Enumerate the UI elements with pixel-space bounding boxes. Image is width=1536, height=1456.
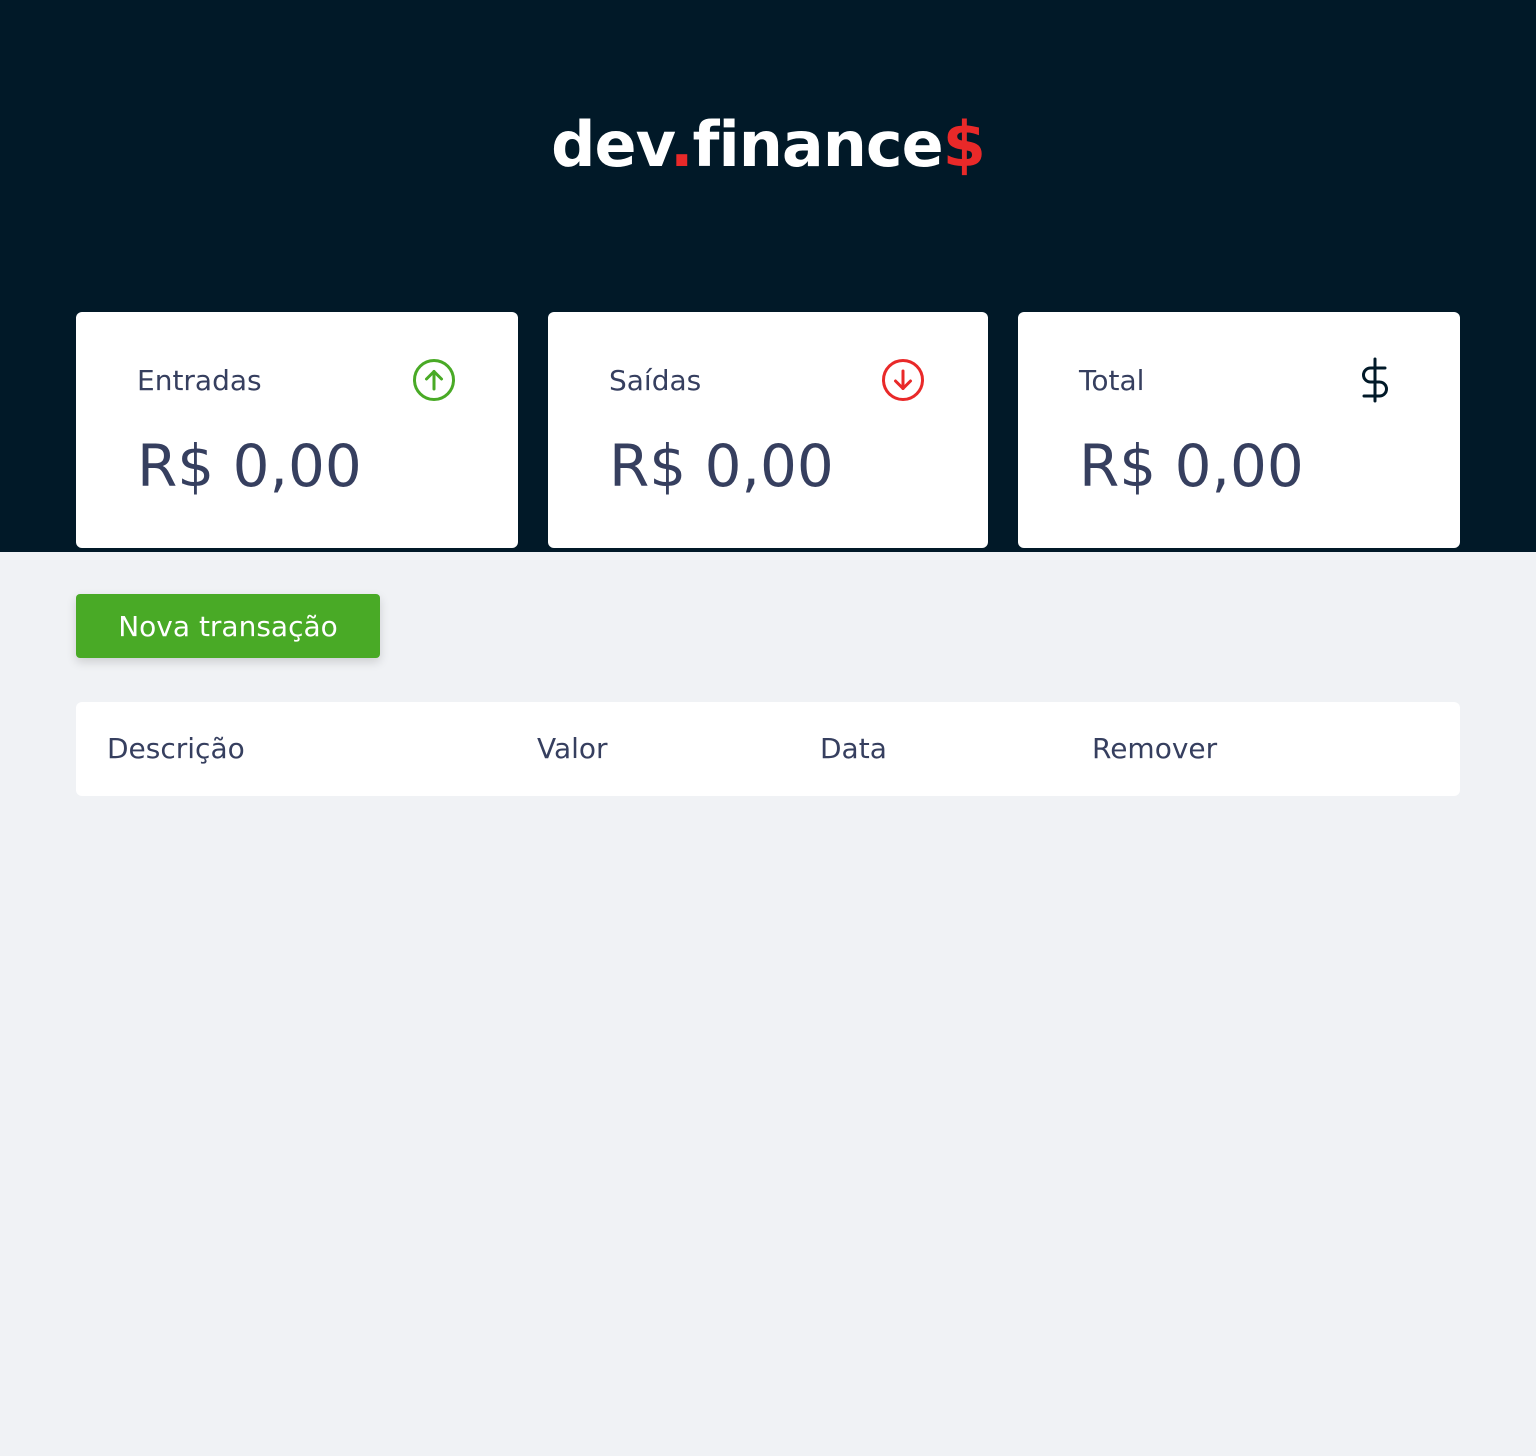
incomes-value: R$ 0,00 xyxy=(137,432,362,500)
transactions-table-header: Descrição Valor Data Remover xyxy=(76,702,1460,796)
logo-dollar-symbol: $ xyxy=(942,108,986,181)
logo-dot: . xyxy=(669,108,694,181)
total-label: Total xyxy=(1079,364,1145,397)
column-header-description: Descrição xyxy=(107,732,245,765)
new-transaction-button[interactable]: Nova transação xyxy=(76,594,380,658)
incomes-card: Entradas R$ 0,00 xyxy=(76,312,518,548)
total-card: Total R$ 0,00 xyxy=(1018,312,1460,548)
total-value: R$ 0,00 xyxy=(1079,432,1304,500)
expenses-label: Saídas xyxy=(609,364,702,397)
expenses-card: Saídas R$ 0,00 xyxy=(548,312,988,548)
app-logo: dev.finance$ xyxy=(0,108,1536,181)
arrow-up-circle-icon xyxy=(413,359,455,401)
expenses-value: R$ 0,00 xyxy=(609,432,834,500)
incomes-label: Entradas xyxy=(137,364,262,397)
dollar-sign-icon xyxy=(1362,357,1388,403)
column-header-remove: Remover xyxy=(1092,732,1218,765)
arrow-down-circle-icon xyxy=(882,359,924,401)
column-header-date: Data xyxy=(820,732,887,765)
logo-text-dev: dev xyxy=(551,108,671,181)
logo-text-finance: finance xyxy=(692,108,944,181)
column-header-amount: Valor xyxy=(537,732,608,765)
